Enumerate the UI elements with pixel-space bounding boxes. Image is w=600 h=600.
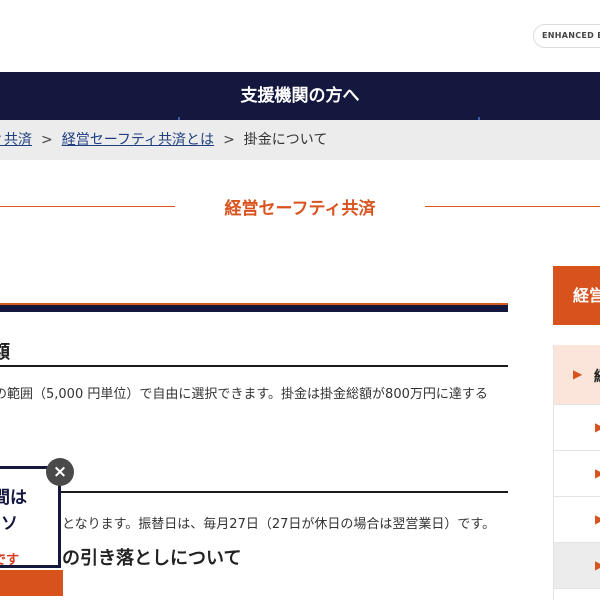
sidebar-heading[interactable]: 経営 <box>553 266 600 325</box>
section-title-rule-left <box>0 206 175 207</box>
breadcrumb-separator: > <box>41 132 53 148</box>
sidebar-menu: ▶ 経 ▶ ▶ ▶ ▶ <box>553 345 600 600</box>
main-nav-bar[interactable]: 支援機関の方へ <box>0 72 600 120</box>
breadcrumb: ィ共済 > 経営セーフティ共済とは > 掛金について <box>0 120 600 160</box>
nav-title[interactable]: 支援機関の方へ <box>241 86 360 106</box>
enhanced-by-badge[interactable]: ENHANCED BY <box>533 24 600 48</box>
paragraph-amount: の範囲（5,000 円単位）で自由に選択できます。掛金は掛金総額が800万円に達… <box>0 385 515 405</box>
section-title-block: 経営セーフティ共済 <box>0 190 600 222</box>
sidebar-subitem[interactable]: ▶ <box>554 451 600 497</box>
banner-text-line1: 間は <box>0 488 27 508</box>
sidebar-item-active[interactable]: ▶ 経 <box>554 345 600 405</box>
banner-action-bar[interactable] <box>0 570 63 596</box>
close-icon[interactable]: × <box>46 458 74 486</box>
heading-amount: 額 <box>0 342 10 363</box>
breadcrumb-separator: > <box>223 132 235 148</box>
heading-rule <box>0 365 508 367</box>
sidebar-subitem-current[interactable]: ▶ <box>554 543 600 589</box>
breadcrumb-link-about[interactable]: 経営セーフティ共済とは <box>62 132 214 148</box>
heading-debit: の引き落としについて <box>62 548 242 569</box>
paragraph-amount-text: の範囲（5,000 円単位）で自由に選択できます。掛金は掛金総額が800万円に達… <box>0 387 488 402</box>
arrow-right-icon: ▶ <box>573 367 583 381</box>
section-title: 経営セーフティ共済 <box>224 199 376 219</box>
section-title-rule-right <box>425 206 600 207</box>
arrow-right-icon: ▶ <box>595 512 600 526</box>
content-header-band <box>0 303 508 312</box>
paragraph-transfer: となります。振替日は、毎月27日（27日が休日の場合は翌営業日）です。 <box>62 517 496 532</box>
arrow-right-icon: ▶ <box>595 466 600 480</box>
banner-text-line2: ソ <box>1 514 18 534</box>
breadcrumb-current: 掛金について <box>243 132 328 148</box>
breadcrumb-link-kyosai[interactable]: ィ共済 <box>0 132 32 148</box>
heading-rule <box>0 491 508 493</box>
arrow-right-icon: ▶ <box>595 420 600 434</box>
sidebar-subitem[interactable]: ▶ <box>554 405 600 451</box>
banner-text-line3: です <box>0 553 20 568</box>
sidebar-item-label: 経 <box>594 366 600 386</box>
sidebar-subitem[interactable]: ▶ <box>554 497 600 543</box>
arrow-right-icon: ▶ <box>595 558 600 572</box>
